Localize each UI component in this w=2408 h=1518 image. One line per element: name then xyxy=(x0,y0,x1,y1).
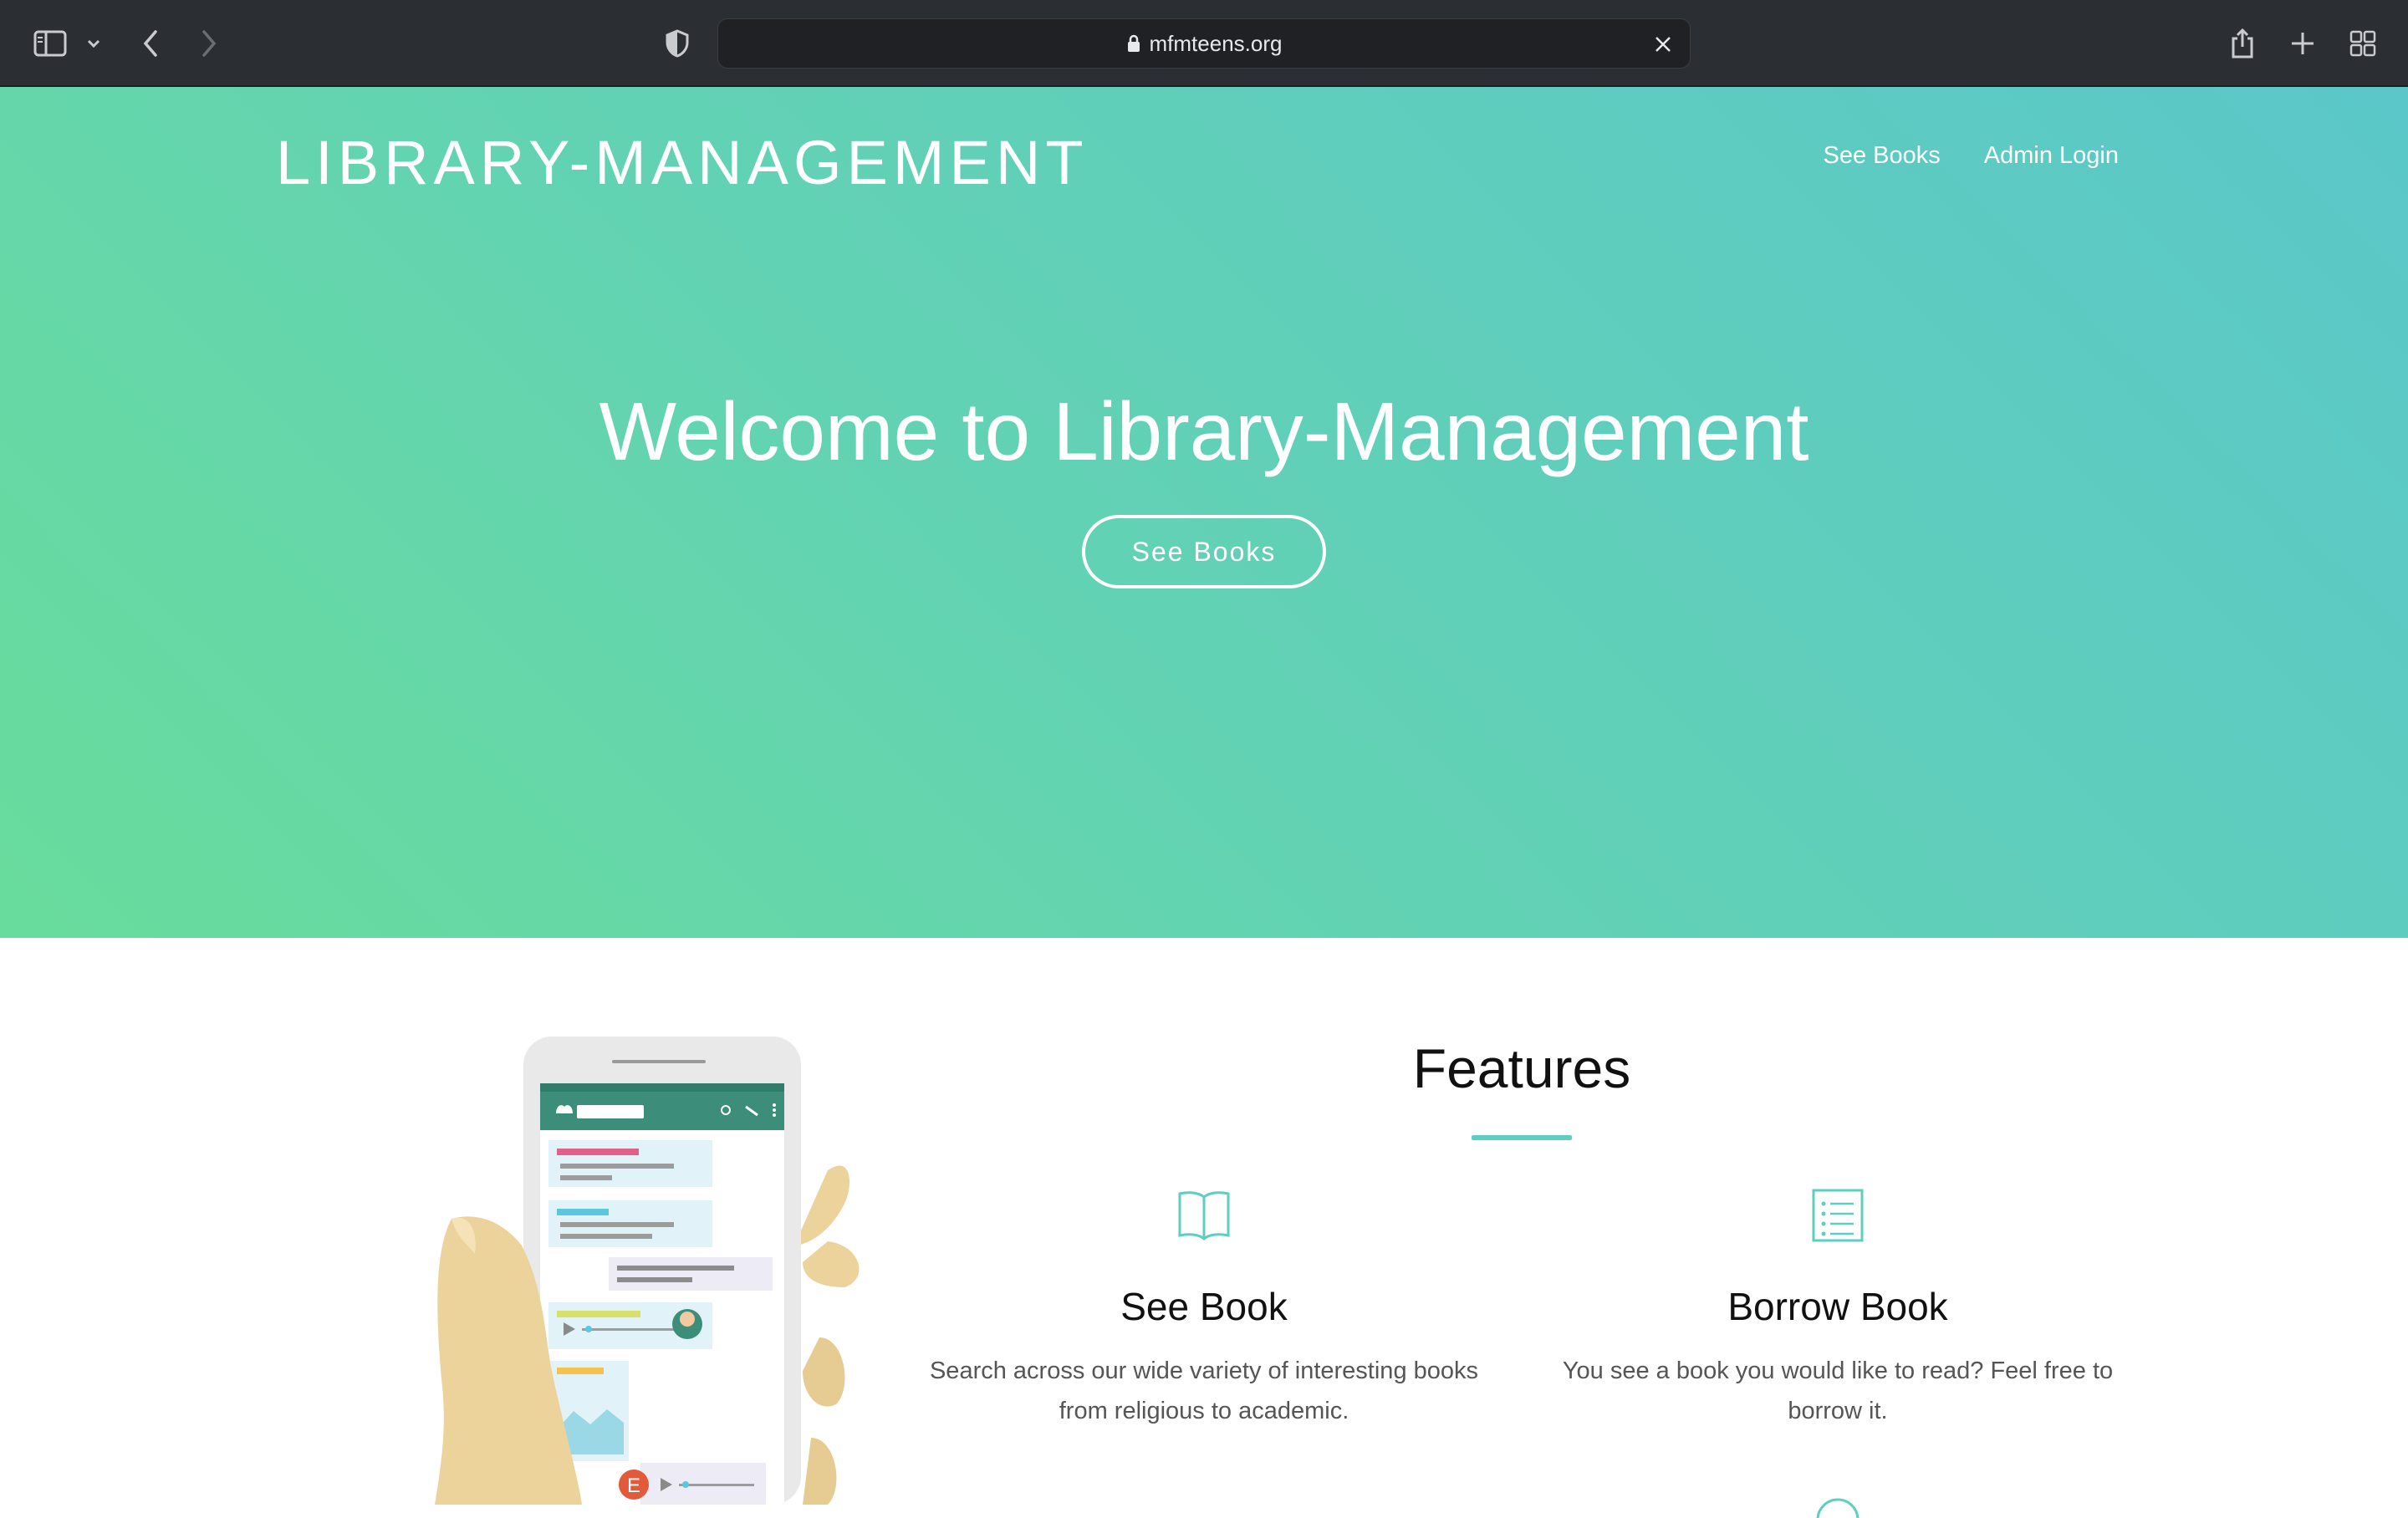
browser-toolbar: mfmteens.org xyxy=(0,0,2408,87)
phone-illustration: E xyxy=(435,1037,870,1509)
hero-section: LIBRARY-MANAGEMENT See Books Admin Login… xyxy=(0,87,2408,938)
feature-title: Borrow Book xyxy=(1727,1285,1948,1328)
url-text: mfmteens.org xyxy=(1149,30,1283,56)
sidebar-toggle-icon[interactable] xyxy=(30,23,70,64)
address-bar[interactable]: mfmteens.org xyxy=(717,18,1691,69)
features-section: E Features See Book Search across our wi… xyxy=(0,938,2408,1518)
feature-description: Search across our wide variety of intere… xyxy=(929,1358,1479,1424)
hero-title: Welcome to Library-Management xyxy=(599,385,1809,477)
open-book-icon xyxy=(886,1189,1522,1249)
lock-icon xyxy=(1126,33,1141,53)
new-tab-icon[interactable] xyxy=(2286,23,2319,64)
list-icon xyxy=(1520,1189,2155,1249)
privacy-shield-icon[interactable] xyxy=(661,23,694,64)
nav-see-books[interactable]: See Books xyxy=(1824,142,1941,170)
close-icon[interactable] xyxy=(1648,29,1678,59)
feature-card-borrow-book: Borrow Book You see a book you would lik… xyxy=(1520,1189,2155,1431)
tab-overview-icon[interactable] xyxy=(2346,23,2380,64)
forward-icon[interactable] xyxy=(192,23,226,64)
features-title: Features xyxy=(1412,1037,1631,1099)
main-nav: See Books Admin Login xyxy=(1824,142,2119,170)
feature-description: You see a book you would like to read? F… xyxy=(1562,1358,2114,1424)
nav-admin-login[interactable]: Admin Login xyxy=(1984,142,2119,170)
site-logo[interactable]: LIBRARY-MANAGEMENT xyxy=(276,127,1089,198)
chevron-down-icon[interactable] xyxy=(84,23,104,64)
feature-card-see-book: See Book Search across our wide variety … xyxy=(886,1189,1522,1431)
next-feature-icon xyxy=(1814,1495,1861,1518)
back-icon[interactable] xyxy=(134,23,167,64)
illustration-avatar-letter: E xyxy=(627,1475,640,1497)
see-books-button[interactable]: See Books xyxy=(1082,515,1326,588)
feature-title: See Book xyxy=(1120,1285,1288,1328)
features-divider xyxy=(1472,1135,1572,1140)
share-icon[interactable] xyxy=(2226,23,2259,64)
